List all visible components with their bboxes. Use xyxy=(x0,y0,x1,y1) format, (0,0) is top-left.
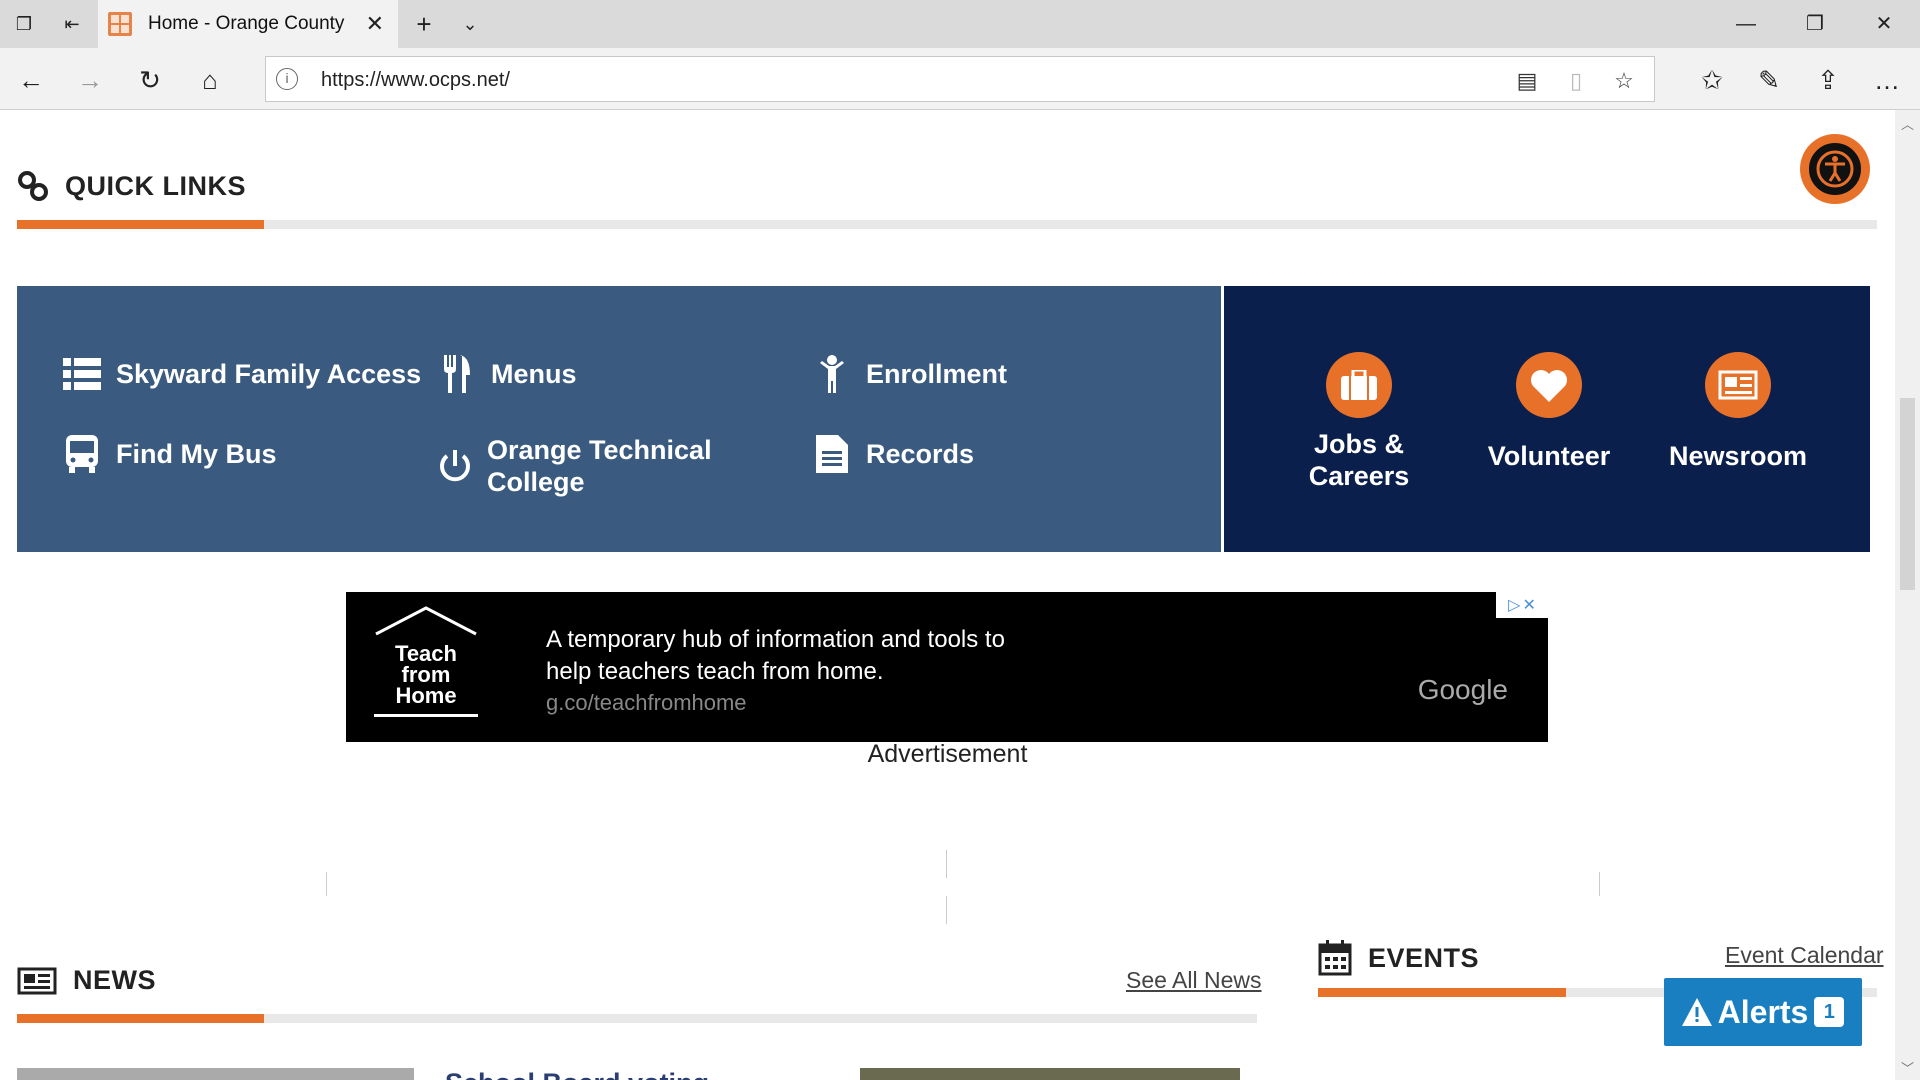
news-title: NEWS xyxy=(73,965,156,995)
divider xyxy=(946,896,947,924)
quick-link-enrollment[interactable]: Enrollment xyxy=(812,354,1007,394)
tab-title: Home - Orange County xyxy=(148,13,345,34)
share-icon[interactable]: ⇪ xyxy=(1813,65,1843,95)
list-icon xyxy=(62,354,102,394)
set-aside-tabs-icon[interactable]: ⇤ xyxy=(60,12,84,36)
quick-link-records[interactable]: Records xyxy=(812,434,974,474)
featured-link-label: Volunteer xyxy=(1487,441,1611,471)
warning-icon xyxy=(1681,998,1712,1026)
newspaper-icon xyxy=(17,967,57,994)
quick-link-menus[interactable]: Menus xyxy=(437,354,577,394)
link-chain-icon xyxy=(18,171,48,201)
quick-links-heading: QUICK LINKS xyxy=(17,170,246,202)
quick-link-label: Skyward Family Access xyxy=(116,359,422,389)
tab-manager-icon[interactable]: ❐ xyxy=(12,12,36,36)
ad-url[interactable]: g.co/teachfromhome xyxy=(546,690,747,716)
quick-link-find-my-bus[interactable]: Find My Bus xyxy=(62,434,277,474)
pen-icon[interactable]: ✎ xyxy=(1754,65,1784,95)
advertisement-banner[interactable]: Teach from Home A temporary hub of infor… xyxy=(346,592,1548,742)
events-heading: EVENTS xyxy=(1318,940,1479,976)
quick-links-underline xyxy=(17,220,1877,229)
power-icon xyxy=(437,446,473,486)
bus-icon xyxy=(62,434,102,474)
refresh-icon[interactable]: ↻ xyxy=(135,65,165,95)
quick-links-panel: Skyward Family Access Menus Enrollment F… xyxy=(17,286,1221,552)
page-scrollbar[interactable]: ︿ ﹀ xyxy=(1895,110,1920,1080)
news-underline xyxy=(17,1014,1257,1023)
scroll-down-icon[interactable]: ﹀ xyxy=(1900,1058,1915,1077)
browser-tab[interactable]: Home - Orange County ✕ xyxy=(98,0,398,48)
briefcase-icon xyxy=(1326,352,1392,418)
browser-tab-bar: ❐ ⇤ Home - Orange County ✕ + ⌄ — ❐ ✕ xyxy=(0,0,1920,48)
web-page: QUICK LINKS Skyward Family Access Menus xyxy=(0,110,1895,1080)
address-bar[interactable]: i https://www.ocps.net/ ▤ ▯ ☆ xyxy=(265,56,1655,102)
advertisement-caption: Advertisement xyxy=(867,740,1028,768)
ad-choices-icon[interactable]: ▷ xyxy=(1508,595,1520,615)
heart-icon xyxy=(1516,352,1582,418)
book-icon: ▯ xyxy=(1569,68,1583,93)
new-tab-icon[interactable]: + xyxy=(412,11,436,37)
events-title: EVENTS xyxy=(1368,942,1480,973)
accessibility-icon xyxy=(1806,140,1864,198)
close-window-icon[interactable]: ✕ xyxy=(1869,12,1899,36)
scrollbar-thumb[interactable] xyxy=(1900,398,1915,590)
utensils-icon xyxy=(437,354,477,394)
alerts-count-badge: 1 xyxy=(1814,997,1845,1027)
quick-link-label: Menus xyxy=(491,359,577,389)
ad-line-2: help teachers teach from home. xyxy=(546,658,884,685)
minimize-icon[interactable]: — xyxy=(1731,12,1761,36)
event-calendar-link[interactable]: Event Calendar xyxy=(1725,942,1884,969)
featured-link-volunteer[interactable]: Volunteer xyxy=(1459,352,1639,472)
featured-link-jobs-careers[interactable]: Jobs & Careers xyxy=(1269,352,1449,492)
quick-link-label: Orange Technical College xyxy=(487,435,712,497)
newspaper-icon xyxy=(1705,352,1771,418)
favorites-list-icon[interactable]: ✩ xyxy=(1697,65,1727,95)
restore-icon[interactable]: ❐ xyxy=(1800,12,1830,36)
document-icon xyxy=(812,434,852,474)
scroll-up-icon[interactable]: ︿ xyxy=(1900,114,1915,133)
tab-list-chevron-icon[interactable]: ⌄ xyxy=(458,12,482,36)
calendar-icon xyxy=(1318,940,1352,976)
featured-link-newsroom[interactable]: Newsroom xyxy=(1648,352,1828,472)
browser-nav-bar: ← → ↻ ⌂ i https://www.ocps.net/ ▤ ▯ ☆ ✩ … xyxy=(0,48,1920,110)
news-thumbnail[interactable] xyxy=(17,1068,414,1080)
back-icon[interactable]: ← xyxy=(16,65,46,95)
quick-link-orange-technical-college[interactable]: Orange Technical College xyxy=(437,434,737,498)
quick-link-skyward[interactable]: Skyward Family Access xyxy=(62,354,421,394)
forward-icon[interactable]: → xyxy=(75,65,105,95)
divider xyxy=(946,850,947,878)
teach-from-home-logo: Teach from Home xyxy=(372,606,480,726)
alerts-button[interactable]: Alerts 1 xyxy=(1664,978,1862,1046)
site-info-icon[interactable]: i xyxy=(276,68,298,90)
ad-logo-text: Teach from Home xyxy=(395,641,457,708)
ad-choices-badge[interactable]: ▷ ✕ xyxy=(1496,592,1548,618)
address-url[interactable]: https://www.ocps.net/ xyxy=(321,69,510,91)
news-thumbnail[interactable] xyxy=(860,1068,1240,1080)
quick-links-title: QUICK LINKS xyxy=(65,170,246,201)
ocps-favicon-icon xyxy=(108,12,132,36)
accessibility-button[interactable] xyxy=(1800,134,1870,204)
featured-links-panel: Jobs & Careers Volunteer Newsroom xyxy=(1224,286,1870,552)
ad-close-icon[interactable]: ✕ xyxy=(1522,595,1535,615)
reading-view-icon[interactable]: ▤ xyxy=(1513,67,1541,95)
home-icon[interactable]: ⌂ xyxy=(195,65,225,95)
ad-line-1: A temporary hub of information and tools… xyxy=(546,626,1005,653)
favorite-star-icon[interactable]: ☆ xyxy=(1610,67,1638,95)
quick-link-label: Records xyxy=(866,439,975,469)
ad-brand: Google xyxy=(1417,674,1508,705)
quick-link-label: Enrollment xyxy=(866,359,1008,389)
divider xyxy=(1599,872,1600,896)
divider xyxy=(326,872,327,896)
news-heading: NEWS xyxy=(17,965,156,996)
child-icon xyxy=(812,354,852,394)
see-all-news-link[interactable]: See All News xyxy=(1126,967,1262,994)
more-icon[interactable]: … xyxy=(1872,65,1902,95)
featured-link-label: Newsroom xyxy=(1668,441,1808,471)
close-tab-icon[interactable]: ✕ xyxy=(366,12,384,36)
featured-link-label: Jobs & Careers xyxy=(1308,429,1410,491)
alerts-label: Alerts xyxy=(1717,993,1809,1030)
quick-link-label: Find My Bus xyxy=(116,439,277,469)
news-headline[interactable]: School Board voting xyxy=(445,1068,709,1080)
ad-text: A temporary hub of information and tools… xyxy=(546,624,1005,688)
